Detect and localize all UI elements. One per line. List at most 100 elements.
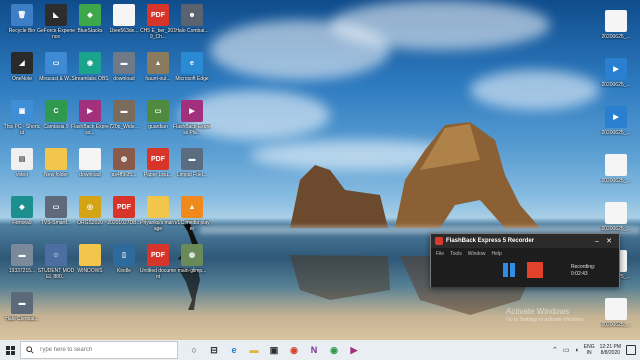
- desktop-icon[interactable]: 20200625_...: [598, 154, 634, 196]
- desktop-icon-label: Priyanka's marriage: [140, 220, 176, 232]
- file-explorer-taskbar-icon[interactable]: ▬: [246, 342, 262, 358]
- chrome-taskbar-icon[interactable]: ◉: [286, 342, 302, 358]
- desktop-icon-label: 20201027DB...: [107, 220, 141, 226]
- task-view-taskbar-icon[interactable]: ○: [186, 342, 202, 358]
- menu-file[interactable]: File: [436, 251, 444, 257]
- image-file-icon: ▲: [147, 52, 169, 74]
- desktop-icon[interactable]: Priyanka's marriage: [140, 196, 176, 238]
- onenote-taskbar-icon[interactable]: N: [306, 342, 322, 358]
- desktop-icon[interactable]: 1bee563de...: [106, 4, 142, 46]
- desktop-icon[interactable]: ◣ GeForce Experience: [37, 4, 75, 46]
- menu-help[interactable]: Help: [492, 251, 502, 257]
- desktop-icon[interactable]: ▭ Miracast & W...: [38, 52, 74, 94]
- desktop-icon[interactable]: ▯ Kindle: [106, 244, 142, 286]
- network-icon[interactable]: ▭: [563, 346, 570, 354]
- chevron-up-icon[interactable]: ⌃: [552, 346, 558, 354]
- desktop-icon[interactable]: PDF Paper Lipu...: [140, 148, 176, 190]
- language-indicator[interactable]: ENG IN: [584, 344, 595, 356]
- file-icon: [605, 10, 627, 32]
- file-icon: [79, 148, 101, 170]
- desktop-icon[interactable]: ◎ ORGS2020: [72, 196, 108, 238]
- desktop-icon[interactable]: ▲ VLC media player: [174, 196, 210, 238]
- desktop-icon[interactable]: ◉ Streamlabs OBS: [71, 52, 109, 94]
- desktop-icon[interactable]: 20200625_...: [598, 298, 634, 340]
- desktop-icon[interactable]: 20200625_...: [598, 10, 634, 52]
- recording-status: Recording: 0:02:43: [571, 264, 595, 278]
- desktop-icon-label: Filmora9: [12, 220, 32, 226]
- image-file-icon: ▬: [113, 52, 135, 74]
- recycle-bin-icon: 🗑: [11, 4, 33, 26]
- start-button[interactable]: [0, 340, 20, 360]
- desktop-icon[interactable]: ▶ FlashBack Express...: [71, 100, 109, 142]
- desktop-icon-label: download: [113, 76, 135, 82]
- pause-button[interactable]: [501, 262, 517, 278]
- desktop-icon[interactable]: 🗑 Recycle Bin: [4, 4, 40, 46]
- chrome-2-taskbar-icon[interactable]: ◉: [326, 342, 342, 358]
- flashback-taskbar-icon[interactable]: ▶: [346, 342, 362, 358]
- desktop-icon-label: as4ff96f5...: [111, 172, 137, 178]
- menu-window[interactable]: Window: [468, 251, 486, 257]
- menu-tools[interactable]: Tools: [450, 251, 462, 257]
- desktop-icon-label: Kindle: [117, 268, 131, 274]
- desktop-icon[interactable]: ◍ as4ff96f5...: [106, 148, 142, 190]
- desktop-icon[interactable]: ▭ TVS-Smartf...: [38, 196, 74, 238]
- desktop-icon-label: Halo Combat...: [5, 316, 39, 322]
- desktop-icon[interactable]: ▬ download: [106, 52, 142, 94]
- desktop-icon[interactable]: ▶ 20200625_...: [598, 58, 634, 100]
- desktop-icon[interactable]: ▬ 720p_Wide...: [106, 100, 142, 142]
- edge-taskbar-icon[interactable]: e: [226, 342, 242, 358]
- desktop-icon[interactable]: ☻ Halo Combat...: [174, 4, 210, 46]
- minimize-button[interactable]: –: [591, 238, 603, 245]
- clock[interactable]: 12:21 PM 8/8/2020: [600, 344, 621, 356]
- desktop-icon[interactable]: ☺ STUDENT MODEL 880...: [38, 244, 74, 286]
- desktop-icon[interactable]: ▶ FlashBack Express Pla...: [173, 100, 211, 142]
- desktop-icon-label: 720p_Wide...: [109, 124, 139, 130]
- desktop-icon-label: Streamlabs OBS: [71, 76, 109, 82]
- desktop-icon[interactable]: ▬ Limpid Fuel...: [174, 148, 210, 190]
- desktop-icon-label: haunt-out...: [145, 76, 171, 82]
- desktop-icon[interactable]: e Microsoft Edge: [174, 52, 210, 94]
- desktop-icon-label: Untitled document: [139, 268, 177, 280]
- file-icon: [605, 154, 627, 176]
- desktop-icon[interactable]: New folder: [38, 148, 74, 190]
- desktop-icon-label: main-glimp...: [177, 268, 207, 274]
- desktop-icon[interactable]: ◢ OneNote: [4, 52, 40, 94]
- desktop-icon[interactable]: PDF 20201027DB...: [106, 196, 142, 238]
- desktop-icon-label: 1bee563de...: [109, 28, 139, 34]
- desktop-icon[interactable]: ▲ haunt-out...: [140, 52, 176, 94]
- desktop-icon-label: 20200625_...: [601, 34, 631, 40]
- desktop-icon[interactable]: ◆ Filmora9: [4, 196, 40, 238]
- recorder-menu: File Tools Window Help: [431, 248, 619, 260]
- kindle-icon: ▯: [113, 244, 135, 266]
- desktop-icon-label: GeForce Experience: [37, 28, 75, 40]
- this-pc-icon: ▣: [11, 100, 33, 122]
- desktop-icon-label: 20200625_...: [601, 226, 631, 232]
- edge-icon: e: [181, 52, 203, 74]
- desktop-icon[interactable]: ▬ 19337215...: [4, 244, 40, 286]
- desktop-icon[interactable]: ▤ video: [4, 148, 40, 190]
- taskbar-search[interactable]: [20, 341, 178, 359]
- recorder-titlebar[interactable]: FlashBack Express 5 Recorder – ✕: [431, 234, 619, 248]
- desktop-icon[interactable]: PDF CH5 E_ber_2019_Ch...: [140, 4, 176, 46]
- desktop-icon[interactable]: ▶ 20200625_...: [598, 106, 634, 148]
- volume-icon[interactable]: ◖: [575, 347, 579, 354]
- desktop-icon-label: 20200625_...: [601, 178, 631, 184]
- desktop-icon[interactable]: C Camtasia 9: [38, 100, 74, 142]
- notification-icon[interactable]: [626, 345, 636, 355]
- stop-button[interactable]: [527, 262, 543, 278]
- desktop-icon[interactable]: ▭ guardian: [140, 100, 176, 142]
- taskbar: ○⊟e▬▣◉N◉▶ ⌃ ▭ ◖ ENG IN 12:21 PM 8/8/2020: [0, 340, 640, 360]
- desktop-icon[interactable]: WINDOWS: [72, 244, 108, 286]
- desktop-icon[interactable]: PDF Untitled document: [140, 244, 176, 286]
- desktop-icon[interactable]: ◍ main-glimp...: [174, 244, 210, 286]
- close-button[interactable]: ✕: [603, 237, 615, 245]
- desktop-icon[interactable]: ▣ This PC - Shortcut: [4, 100, 40, 142]
- desktop-icon[interactable]: ▬ Halo Combat...: [4, 292, 40, 334]
- task-view-icon2-taskbar-icon[interactable]: ⊟: [206, 342, 222, 358]
- store-taskbar-icon[interactable]: ▣: [266, 342, 282, 358]
- flashback-recorder-window[interactable]: FlashBack Express 5 Recorder – ✕ File To…: [430, 233, 620, 287]
- desktop-icon[interactable]: download: [72, 148, 108, 190]
- desktop-icon[interactable]: ◆ BlueStacks: [72, 4, 108, 46]
- image-file-icon: ☺: [45, 244, 67, 266]
- search-input[interactable]: [39, 347, 169, 353]
